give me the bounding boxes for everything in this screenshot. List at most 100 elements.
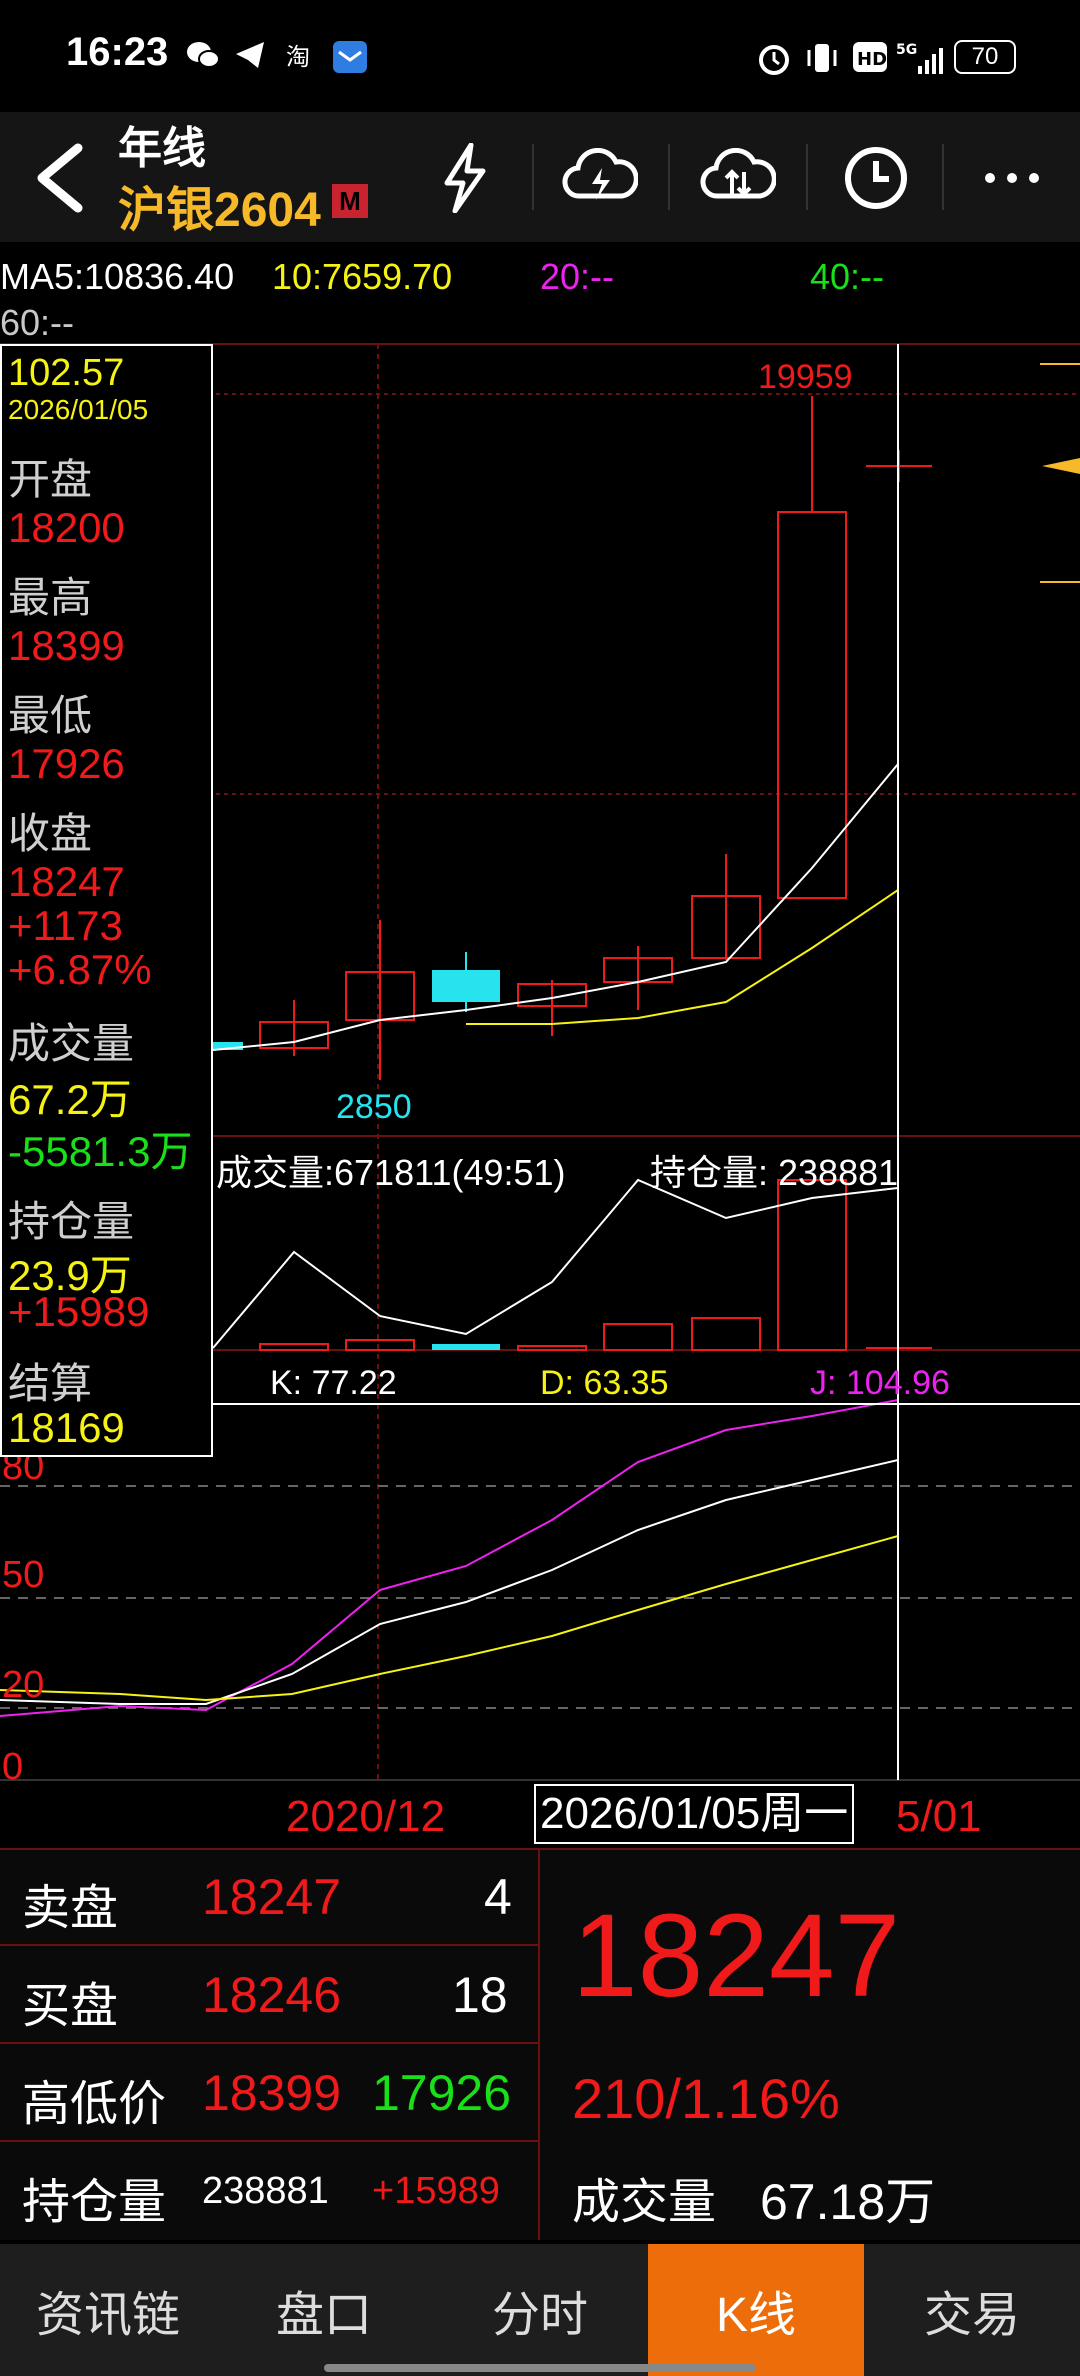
- info-close-value: 18247: [8, 858, 125, 905]
- svg-text:淘: 淘: [286, 43, 310, 70]
- tab-news-chain[interactable]: 资讯链: [0, 2244, 216, 2376]
- ma10-label: 10:7659.70: [272, 256, 453, 297]
- peak-price-label: 19959: [758, 358, 853, 396]
- clock-icon: [845, 147, 907, 209]
- quote-panel: 卖盘 18247 4 买盘 18246 18 高低价 18399 17926 持…: [0, 1848, 1080, 2240]
- tab-intraday[interactable]: 分时: [432, 2244, 648, 2376]
- high-price: 18399: [202, 2065, 342, 2121]
- quote-divider: [0, 1848, 1080, 1850]
- info-low-value: 17926: [8, 740, 125, 787]
- info-change: +1173: [8, 902, 123, 949]
- home-indicator[interactable]: [324, 2364, 756, 2372]
- cursor-date-box: 2026/01/05周一: [534, 1784, 855, 1844]
- back-button[interactable]: [20, 138, 100, 218]
- kdj-j-readout: J: 104.96: [810, 1364, 950, 1402]
- quote-volume-label: 成交量: [572, 2176, 717, 2229]
- status-time: 16:23: [66, 30, 169, 74]
- info-volume-label: 成交量: [8, 1020, 135, 1067]
- oi-readout: 持仓量: 238881: [650, 1152, 899, 1193]
- header-divider: [532, 144, 534, 210]
- bottom-tab-bar: 资讯链 盘口 分时 K线 交易: [0, 2244, 1080, 2376]
- crosshair-info-panel: 102.57 2026/01/05 开盘 18200 最高 18399 最低 1…: [0, 344, 213, 1457]
- low-price-label: 2850: [336, 1088, 412, 1126]
- status-bar: 16:23 淘 HD 5G 70: [0, 0, 1080, 112]
- volume-bars: [259, 1179, 932, 1351]
- more-dots-icon: [985, 173, 1039, 183]
- lightning-icon: [444, 143, 486, 213]
- info-close-label: 收盘: [8, 810, 93, 857]
- ma20-label: 20:--: [540, 256, 615, 297]
- ma40-label: 40:--: [810, 256, 885, 297]
- tab-order-book[interactable]: 盘口: [216, 2244, 432, 2376]
- lightning-button[interactable]: [424, 138, 504, 218]
- period-title: 年线: [118, 124, 206, 173]
- buy-label: 买盘: [22, 1980, 119, 2033]
- kdj-tick-50: 50: [2, 1554, 45, 1596]
- battery-level: 70: [971, 43, 999, 70]
- info-price: 102.57: [8, 352, 125, 394]
- sell-price: 18247: [202, 1869, 342, 1925]
- kdj-d-readout: D: 63.35: [540, 1364, 669, 1402]
- history-button[interactable]: [836, 138, 916, 218]
- kdj-tick-20: 20: [2, 1664, 45, 1706]
- symbol-title[interactable]: 沪银2604: [118, 170, 321, 240]
- info-high-value: 18399: [8, 622, 125, 669]
- sell-label: 卖盘: [22, 1882, 119, 1935]
- date-axis-left: 2020/12: [286, 1792, 446, 1841]
- tab-kline[interactable]: K线: [648, 2244, 864, 2376]
- cloud-sync-button[interactable]: [698, 138, 778, 218]
- svg-text:HD: HD: [857, 49, 887, 70]
- quote-oi-label: 持仓量: [22, 2176, 167, 2229]
- quote-oi-value: 238881: [202, 2170, 329, 2212]
- ma5-line: [212, 763, 899, 1051]
- kdj-tick-0: 0: [2, 1746, 24, 1788]
- header-divider: [942, 144, 944, 210]
- low-price: 17926: [372, 2065, 512, 2121]
- info-oi-change: +15989: [8, 1288, 150, 1335]
- info-settle-value: 18169: [8, 1404, 125, 1451]
- taobao-icon: 淘: [284, 40, 316, 78]
- cloud-flash-icon: [562, 148, 638, 200]
- candle: [432, 970, 500, 1002]
- svg-text:5G: 5G: [896, 42, 917, 58]
- telegram-icon: [234, 40, 266, 78]
- battery-indicator: 70: [954, 40, 1016, 74]
- more-button[interactable]: [972, 138, 1052, 218]
- info-change-pct: +6.87%: [8, 946, 152, 993]
- quote-oi-change: +15989: [372, 2170, 500, 2212]
- alarm-icon: [756, 40, 792, 84]
- back-arrow-icon: [37, 143, 83, 213]
- info-date: 2026/01/05: [8, 394, 149, 425]
- quote-divider: [0, 2140, 538, 2142]
- ma5-label: MA5:10836.40: [0, 256, 235, 297]
- kdj-k-line: [0, 1459, 899, 1705]
- price-change: 210/1.16%: [572, 2067, 840, 2130]
- main-contract-badge: M: [332, 184, 368, 218]
- candlesticks: [213, 396, 932, 1080]
- cloud-flash-button[interactable]: [560, 138, 640, 218]
- sell-qty: 4: [484, 1869, 512, 1925]
- header-divider: [668, 144, 670, 210]
- quote-divider: [0, 2042, 538, 2044]
- ma60-label: 60:--: [0, 302, 75, 343]
- ma10-line: [466, 889, 899, 1025]
- kdj-k-readout: K: 77.22: [270, 1364, 397, 1402]
- buy-price: 18246: [202, 1967, 342, 2023]
- wechat-icon: [186, 40, 220, 78]
- info-open-label: 开盘: [8, 456, 93, 503]
- tab-trade[interactable]: 交易: [864, 2244, 1080, 2376]
- high-low-label: 高低价: [22, 2078, 167, 2131]
- hd-icon: HD: [852, 40, 888, 82]
- open-interest-line: [212, 1178, 899, 1349]
- buy-qty: 18: [452, 1967, 508, 2023]
- mail-icon: [332, 40, 368, 82]
- info-oi-label: 持仓量: [8, 1198, 135, 1245]
- kdj-d-line: [0, 1535, 899, 1702]
- header-bar: 年线 沪银2604 M: [0, 112, 1080, 242]
- info-high-label: 最高: [8, 574, 93, 621]
- info-open-value: 18200: [8, 504, 125, 551]
- volume-readout: 成交量:671811(49:51): [216, 1152, 566, 1193]
- info-settle-label: 结算: [8, 1360, 93, 1407]
- cloud-sync-icon: [700, 148, 776, 199]
- signal-5g-icon: 5G: [896, 40, 946, 84]
